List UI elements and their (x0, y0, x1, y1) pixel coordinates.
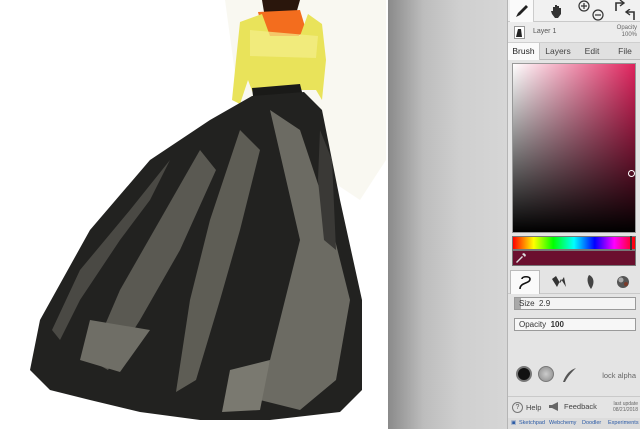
panel-tabs: Brush Layers Edit File (508, 43, 640, 60)
eyedropper-icon[interactable] (515, 252, 527, 264)
link-webchemy[interactable]: Webchemy (549, 420, 576, 426)
brush-type-selector (508, 270, 640, 294)
tab-edit[interactable]: Edit (578, 43, 606, 60)
brush-opacity-label: Opacity 100 (519, 320, 564, 329)
zoom-out-icon[interactable] (590, 8, 606, 22)
feedback-label: Feedback (564, 402, 597, 411)
hue-slider[interactable] (512, 236, 636, 250)
solid-round-preset[interactable] (516, 366, 532, 382)
last-update-date: 08/21/2018 (612, 407, 638, 413)
tab-layers[interactable]: Layers (541, 43, 575, 60)
brush-size-slider[interactable]: Size 2.9 (514, 297, 636, 310)
tab-file[interactable]: File (611, 43, 639, 60)
current-color-swatch (512, 250, 636, 266)
layer-thumbnail (514, 26, 525, 39)
tab-brush[interactable]: Brush (508, 43, 540, 60)
calligraphy-brush-icon[interactable] (544, 270, 574, 294)
lock-alpha-toggle[interactable]: lock alpha (602, 371, 636, 380)
panel-footer: ? Help Feedback last update 08/21/2018 (508, 396, 640, 418)
last-update: last update 08/21/2018 (613, 401, 638, 413)
link-experiments[interactable]: Experiments (608, 420, 639, 426)
link-sketchpad[interactable]: Sketchpad (519, 420, 545, 426)
help-button[interactable]: ? Help (512, 402, 541, 413)
drawing-canvas[interactable] (0, 0, 388, 429)
pen-brush-icon[interactable] (510, 270, 540, 294)
link-doodler[interactable]: Doodler (582, 420, 601, 426)
textured-preset[interactable] (538, 366, 554, 382)
brush-presets: lock alpha (514, 364, 636, 386)
painting (30, 0, 386, 420)
layer-opacity-value: 100% (621, 32, 637, 38)
brush-opacity-slider[interactable]: Opacity 100 (514, 318, 636, 331)
feather-preset[interactable] (560, 366, 576, 382)
brush-tool-icon[interactable] (510, 0, 534, 22)
color-picker-handle[interactable] (628, 170, 635, 177)
bottom-links: ▣ Sketchpad Webchemy Doodler Experiments (508, 418, 640, 429)
tool-panel: Layer 1 Opacity 100% Brush Layers Edit F… (507, 0, 640, 429)
hue-slider-handle[interactable] (630, 236, 632, 250)
layer-opacity: Opacity 100% (617, 25, 637, 39)
layer-opacity-label: Opacity (616, 25, 637, 31)
sketchpad-icon: ▣ (511, 420, 517, 426)
brush-size-label: Size 2.9 (519, 299, 551, 308)
help-label: Help (526, 403, 542, 412)
help-icon: ? (512, 402, 523, 413)
layer-row[interactable]: Layer 1 Opacity 100% (508, 22, 640, 43)
value-layer (513, 64, 635, 232)
redo-icon[interactable] (624, 8, 638, 22)
megaphone-icon (549, 402, 558, 411)
color-picker-square[interactable] (512, 63, 636, 233)
blend-brush-icon[interactable] (608, 270, 638, 294)
feather-brush-icon[interactable] (576, 270, 606, 294)
hand-pan-icon[interactable] (546, 0, 568, 22)
layer-name: Layer 1 (533, 28, 557, 35)
top-toolbar (508, 0, 640, 22)
feedback-button[interactable]: Feedback (548, 402, 597, 411)
canvas-scroll-gutter (388, 0, 507, 429)
